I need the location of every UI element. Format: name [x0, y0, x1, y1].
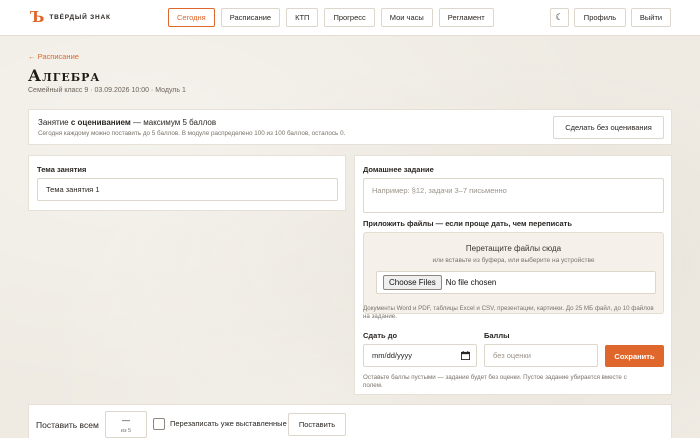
- homework-card: Домашнее задание Например: §12, задачи 3…: [354, 155, 672, 395]
- top-bar: Ъ ТВЁРДЫЙ ЗНАК Сегодня Расписание КТП Пр…: [0, 0, 700, 36]
- overwrite-label: Перезаписать уже выставленные: [170, 419, 287, 428]
- points-hint: Оставьте баллы пустыми — задание будет б…: [363, 374, 627, 390]
- bulk-grade-label: Поставить всем: [36, 420, 99, 430]
- back-link-schedule[interactable]: ← Расписание: [28, 52, 79, 61]
- due-date-placeholder: mm/dd/yyyy: [372, 351, 413, 360]
- drop-title: Перетащите файлы сюда: [465, 244, 562, 253]
- file-hint-line-1: Документы Word и PDF, таблицы Excel и CS…: [363, 305, 654, 312]
- bulk-score-input[interactable]: — из 5: [105, 411, 147, 438]
- bulk-score-max: из 5: [120, 428, 132, 434]
- grading-prefix: Занятие: [38, 118, 71, 127]
- grading-max: — максимум 5 баллов: [130, 118, 217, 127]
- points-hint-line-2: полем.: [363, 382, 383, 389]
- logo-mark: Ъ: [30, 8, 45, 26]
- due-date-input[interactable]: mm/dd/yyyy: [363, 344, 477, 367]
- nav-item-progress[interactable]: Прогресс: [324, 8, 375, 27]
- file-drop-zone[interactable]: Перетащите файлы сюда или вставьте из бу…: [363, 232, 664, 314]
- apply-all-button[interactable]: Поставить: [288, 413, 346, 436]
- logout-button[interactable]: Выйти: [631, 8, 671, 27]
- grading-mode: с оцениванием: [70, 118, 131, 127]
- file-input[interactable]: Choose Files No file chosen: [376, 271, 656, 294]
- make-ungraded-button[interactable]: Сделать без оценивания: [553, 116, 664, 139]
- bulk-grade-bar: Поставить всем — из 5 Перезаписать уже в…: [28, 404, 672, 438]
- overwrite-checkbox[interactable]: [153, 418, 165, 430]
- nav-item-schedule[interactable]: Расписание: [220, 8, 281, 27]
- theme-toggle-button[interactable]: ☾: [550, 8, 569, 27]
- file-hint-line-2: на задание.: [363, 313, 397, 320]
- nav-item-my-hours[interactable]: Мои часы: [380, 8, 433, 27]
- bulk-score-value: —: [122, 416, 130, 425]
- grading-card: Занятие с оцениванием — максимум 5 балло…: [28, 109, 672, 145]
- lesson-subtitle: Семейный класс 9 · 03.09.2026 10:00 · Мо…: [28, 87, 186, 94]
- points-hint-line-1: Оставьте баллы пустыми — задание будет б…: [363, 374, 627, 381]
- file-hint: Документы Word и PDF, таблицы Excel и CS…: [363, 305, 654, 321]
- logo-text: ТВЁРДЫЙ ЗНАК: [49, 14, 111, 21]
- file-status: No file chosen: [445, 278, 497, 287]
- nav-item-today[interactable]: Сегодня: [168, 8, 215, 27]
- choose-files-button[interactable]: Choose Files: [383, 275, 442, 290]
- drop-subtitle: или вставьте из буфера, или выберите на …: [432, 257, 595, 264]
- nav-item-ktp[interactable]: КТП: [286, 8, 319, 27]
- grading-details: Сегодня каждому можно поставить до 5 бал…: [38, 130, 346, 137]
- homework-label: Домашнее задание: [363, 165, 434, 174]
- topic-label: Тема занятия: [37, 165, 87, 174]
- grading-summary: Занятие с оцениванием — максимум 5 балло…: [38, 118, 216, 127]
- logo[interactable]: Ъ ТВЁРДЫЙ ЗНАК: [30, 10, 111, 25]
- save-button[interactable]: Сохранить: [605, 345, 664, 367]
- profile-button[interactable]: Профиль: [574, 8, 626, 27]
- attach-label: Приложить файлы — если проще дать, чем п…: [363, 219, 572, 228]
- topic-input[interactable]: Тема занятия 1: [37, 178, 338, 201]
- homework-textarea[interactable]: Например: §12, задачи 3–7 письменно: [363, 178, 664, 213]
- page-title: Алгебра: [28, 66, 101, 85]
- points-label: Баллы: [484, 331, 510, 340]
- moon-icon: ☾: [555, 12, 564, 23]
- points-input[interactable]: без оценки: [484, 344, 598, 367]
- calendar-icon[interactable]: [461, 351, 470, 360]
- topic-card: Тема занятия Тема занятия 1: [28, 155, 346, 211]
- main-nav: Сегодня Расписание КТП Прогресс Мои часы…: [168, 8, 494, 27]
- nav-item-regulations[interactable]: Регламент: [438, 8, 494, 27]
- due-date-label: Сдать до: [363, 331, 398, 340]
